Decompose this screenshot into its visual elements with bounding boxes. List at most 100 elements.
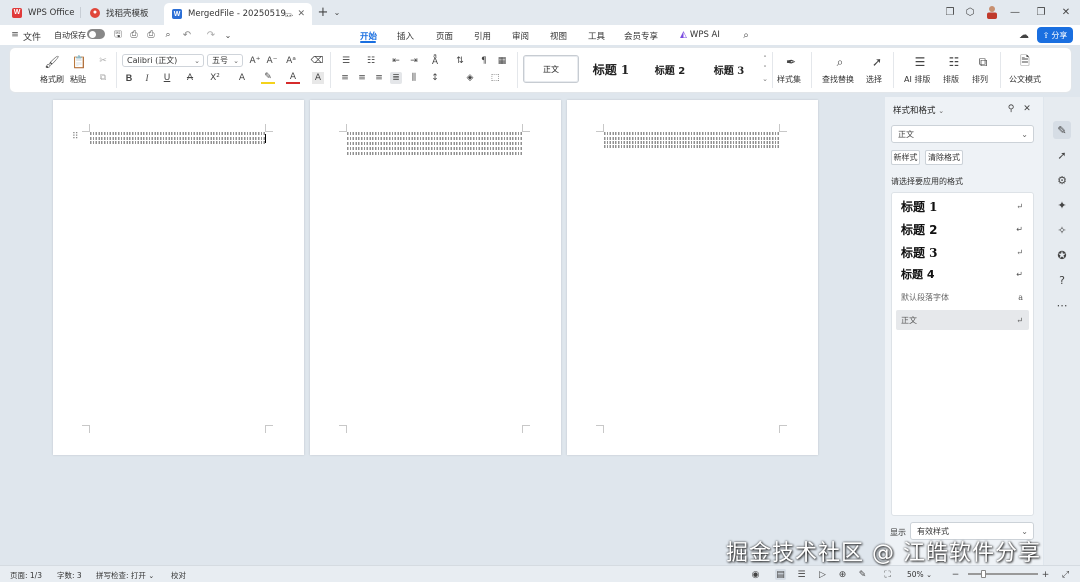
cut-icon[interactable]: ✂ (97, 56, 109, 66)
tab-tools[interactable]: 工具 (588, 30, 605, 42)
font-size-dropdown[interactable]: 五号 ⌄ (207, 54, 243, 67)
table-border-icon[interactable]: ▦ (496, 55, 508, 67)
find-replace-icon[interactable]: ⌕ (832, 54, 848, 70)
highlight-icon[interactable]: ✎ (261, 72, 275, 84)
eye-protection-icon[interactable]: ◉ (750, 569, 761, 580)
undo-icon[interactable]: ↶ (180, 28, 194, 42)
format-painter-label[interactable]: 格式刷 (40, 74, 64, 85)
align-left-icon[interactable]: ≡ (339, 72, 351, 84)
chinese-layout-icon[interactable]: Aͣ (428, 55, 442, 67)
redo-icon[interactable]: ↷ (204, 28, 218, 42)
line-spacing-icon[interactable]: ↕ (428, 72, 442, 84)
clear-format-button[interactable]: 清除格式 (925, 150, 963, 165)
decrease-indent-icon[interactable]: ⇤ (390, 55, 402, 67)
pin-icon[interactable]: ⚲ (1004, 102, 1018, 116)
page-1[interactable] (53, 100, 304, 455)
select-label[interactable]: 选择 (866, 74, 882, 85)
change-case-icon[interactable]: Aᵃ (285, 55, 297, 67)
show-marks-icon[interactable]: ¶ (478, 55, 490, 67)
restore-icon[interactable]: ❐ (1034, 5, 1048, 19)
settings-sliders-icon[interactable]: ⚙ (1053, 171, 1071, 189)
autosave-toggle[interactable] (87, 29, 105, 39)
play-icon[interactable]: ▷ (817, 569, 828, 580)
tab-reference[interactable]: 引用 (474, 30, 491, 42)
tab-docer-templates[interactable]: ● 找稻壳模板 (82, 3, 160, 22)
ai-assistant-icon[interactable]: ✧ (1053, 221, 1071, 239)
new-tab-icon[interactable]: + (316, 5, 330, 20)
window-layout-icon[interactable]: ❐ (943, 5, 957, 19)
page-3[interactable] (567, 100, 818, 455)
style-normal[interactable]: 正文 (523, 55, 579, 83)
tab-insert[interactable]: 插入 (397, 30, 414, 42)
arrange-label[interactable]: 排列 (972, 74, 988, 85)
zoom-level[interactable]: 50% ⌄ (907, 570, 932, 579)
select-pointer-icon[interactable]: ➚ (1053, 146, 1071, 164)
gallery-scroll-down-icon[interactable]: ˅ (761, 65, 769, 73)
write-mode-icon[interactable]: ✎ (857, 569, 868, 580)
tab-merged-file[interactable]: W MergedFile - 20250519… ▭ ✕ (164, 3, 312, 25)
save-icon[interactable]: 🖫 (111, 28, 125, 42)
style-item-heading-2[interactable]: 标题 2 ↵ (896, 219, 1029, 239)
style-heading-3[interactable]: 标题 3 (705, 55, 753, 83)
fit-page-icon[interactable]: ⛶ (882, 569, 893, 580)
format-painter-icon[interactable]: 🖌 (44, 54, 60, 70)
style-item-heading-4[interactable]: 标题 4 ↵ (896, 264, 1029, 284)
ai-layout-label[interactable]: AI 排版 (904, 74, 930, 85)
sort-icon[interactable]: ⇅ (453, 55, 467, 67)
proofread-button[interactable]: 校对 (171, 570, 186, 581)
increase-font-icon[interactable]: A⁺ (249, 55, 261, 67)
shading-icon[interactable]: ◈ (463, 72, 477, 84)
decrease-font-icon[interactable]: A⁻ (266, 55, 278, 67)
cube-icon[interactable]: ⬡ (963, 5, 977, 19)
fullscreen-icon[interactable]: ⤢ (1060, 569, 1071, 580)
underline-icon[interactable]: U (160, 72, 174, 84)
zoom-in-icon[interactable]: + (1040, 569, 1051, 580)
new-style-button[interactable]: 新样式 (891, 150, 920, 165)
official-format-label[interactable]: 公文模式 (1009, 74, 1041, 85)
zoom-slider[interactable] (968, 573, 1038, 575)
word-count[interactable]: 字数: 3 (57, 570, 82, 581)
styles-panel-title[interactable]: 样式和格式 ⌄ (893, 104, 944, 116)
tab-wps-office[interactable]: W WPS Office (4, 3, 76, 22)
page-count[interactable]: 页面: 1/3 (10, 570, 42, 581)
style-item-heading-3[interactable]: 标题 3 ↵ (896, 242, 1029, 262)
font-name-dropdown[interactable]: Calibri (正文) ⌄ (122, 54, 204, 67)
print-preview-icon[interactable]: ⌕ (161, 28, 175, 42)
style-heading-2[interactable]: 标题 2 (646, 55, 694, 83)
increase-indent-icon[interactable]: ⇥ (408, 55, 420, 67)
gallery-expand-icon[interactable]: ⌄ (761, 75, 769, 83)
border-icon[interactable]: ⬚ (488, 72, 502, 84)
gallery-scroll-up-icon[interactable]: ˄ (761, 55, 769, 63)
current-style-dropdown[interactable]: 正文 ⌄ (891, 125, 1034, 143)
style-item-normal[interactable]: 正文 ↵ (896, 310, 1029, 330)
layout-icon[interactable]: ☷ (946, 54, 962, 70)
web-view-icon[interactable]: ⊕ (837, 569, 848, 580)
style-item-default-font[interactable]: 默认段落字体 a (896, 287, 1029, 307)
export-icon[interactable]: ⎙ (127, 28, 141, 42)
badge-icon[interactable]: ✪ (1053, 246, 1071, 264)
help-icon[interactable]: ? (1053, 271, 1071, 289)
style-item-heading-1[interactable]: 标题 1 ↵ (896, 196, 1029, 216)
style-set-icon[interactable]: ✒ (783, 54, 799, 70)
outline-view-icon[interactable]: ☰ (796, 569, 807, 580)
strikethrough-icon[interactable]: A (184, 72, 196, 84)
italic-icon[interactable]: I (142, 72, 152, 84)
close-window-icon[interactable]: ✕ (1059, 5, 1073, 19)
tab-page[interactable]: 页面 (436, 30, 453, 42)
char-shading-icon[interactable]: A (312, 72, 324, 84)
font-color-icon[interactable]: A (286, 72, 300, 84)
find-replace-label[interactable]: 查找替换 (822, 74, 854, 85)
quick-access-chevron-icon[interactable]: ⌄ (221, 28, 235, 42)
file-menu[interactable]: 文件 (23, 30, 41, 43)
copy-icon[interactable]: ⧉ (97, 73, 109, 83)
justify-icon[interactable]: ≣ (390, 72, 402, 84)
select-cursor-icon[interactable]: ➚ (869, 54, 885, 70)
more-icon[interactable]: ⋯ (1053, 296, 1071, 314)
align-right-icon[interactable]: ≡ (373, 72, 385, 84)
page-view-icon[interactable]: ▤ (775, 569, 786, 580)
bold-icon[interactable]: B (124, 72, 134, 84)
style-set-label[interactable]: 样式集 (777, 74, 801, 85)
bullet-list-icon[interactable]: ☰ (339, 55, 353, 67)
ai-layout-icon[interactable]: ☰ (912, 54, 928, 70)
close-panel-icon[interactable]: ✕ (1020, 102, 1034, 116)
